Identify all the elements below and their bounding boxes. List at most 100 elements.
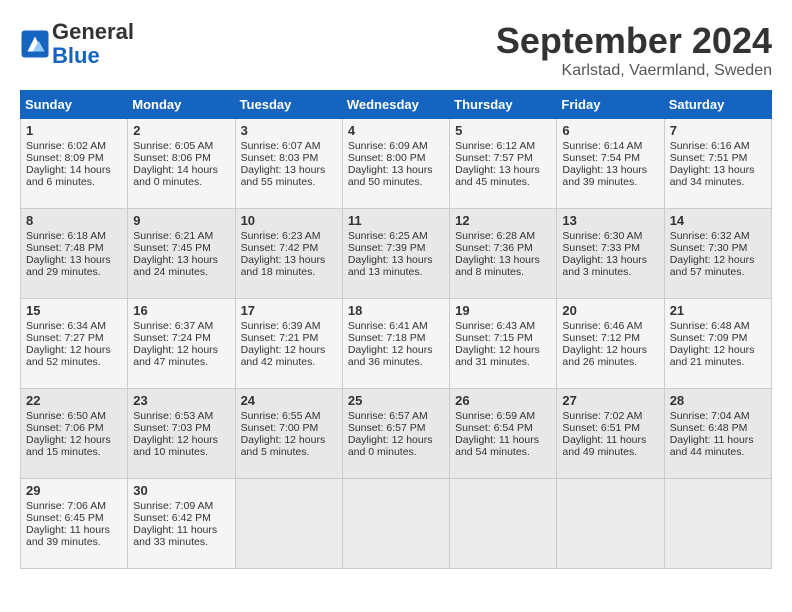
day-number: 13 [562, 213, 658, 228]
day-info: Daylight: 14 hours and 0 minutes. [133, 164, 229, 188]
calendar-cell: 7Sunrise: 6:16 AMSunset: 7:51 PMDaylight… [664, 119, 771, 209]
day-info: Sunrise: 6:32 AM [670, 230, 766, 242]
day-info: Sunrise: 6:57 AM [348, 410, 444, 422]
calendar-cell: 18 Sunrise: 6:41 AMSunset: 7:18 PMDayligh… [342, 299, 449, 389]
day-number: 22 [26, 393, 122, 408]
day-number: 4 [348, 123, 444, 138]
day-number: 11 [348, 213, 444, 228]
day-info: Daylight: 13 hours and 18 minutes. [241, 254, 337, 278]
day-number: 12 [455, 213, 551, 228]
calendar-cell [557, 479, 664, 569]
calendar-cell [235, 479, 342, 569]
day-header-wednesday: Wednesday [342, 91, 449, 119]
day-info: Sunrise: 6:41 AM [348, 320, 444, 332]
calendar-cell [450, 479, 557, 569]
day-number: 30 [133, 483, 229, 498]
day-number: 17 [241, 303, 337, 318]
day-header-monday: Monday [128, 91, 235, 119]
day-info: Daylight: 12 hours and 0 minutes. [348, 434, 444, 458]
day-info: Sunset: 8:06 PM [133, 152, 229, 164]
day-number: 15 [26, 303, 122, 318]
day-number: 8 [26, 213, 122, 228]
day-info: Daylight: 11 hours and 49 minutes. [562, 434, 658, 458]
day-info: Sunset: 7:18 PM [348, 332, 444, 344]
day-info: Daylight: 12 hours and 42 minutes. [241, 344, 337, 368]
day-info: Sunrise: 6:30 AM [562, 230, 658, 242]
day-number: 21 [670, 303, 766, 318]
calendar-cell [664, 479, 771, 569]
day-info: Daylight: 12 hours and 10 minutes. [133, 434, 229, 458]
day-number: 14 [670, 213, 766, 228]
day-number: 5 [455, 123, 551, 138]
day-number: 18 [348, 303, 444, 318]
day-header-saturday: Saturday [664, 91, 771, 119]
calendar-cell: 23Sunrise: 6:53 AMSunset: 7:03 PMDayligh… [128, 389, 235, 479]
day-info: Sunset: 8:03 PM [241, 152, 337, 164]
calendar-cell [342, 479, 449, 569]
calendar-cell: 21Sunrise: 6:48 AMSunset: 7:09 PMDayligh… [664, 299, 771, 389]
month-title: September 2024 [496, 20, 772, 62]
calendar-cell: 6Sunrise: 6:14 AMSunset: 7:54 PMDaylight… [557, 119, 664, 209]
day-info: Daylight: 13 hours and 3 minutes. [562, 254, 658, 278]
day-info: Sunset: 7:42 PM [241, 242, 337, 254]
day-info: Sunrise: 6:28 AM [455, 230, 551, 242]
day-info: Daylight: 12 hours and 15 minutes. [26, 434, 122, 458]
day-info: Sunrise: 6:46 AM [562, 320, 658, 332]
calendar-cell: 27Sunrise: 7:02 AMSunset: 6:51 PMDayligh… [557, 389, 664, 479]
day-info: Sunset: 7:09 PM [670, 332, 766, 344]
day-info: Sunrise: 6:14 AM [562, 140, 658, 152]
day-number: 20 [562, 303, 658, 318]
day-number: 16 [133, 303, 229, 318]
calendar-cell: 20Sunrise: 6:46 AMSunset: 7:12 PMDayligh… [557, 299, 664, 389]
day-info: Sunrise: 6:34 AM [26, 320, 122, 332]
day-header-thursday: Thursday [450, 91, 557, 119]
calendar-cell: 5Sunrise: 6:12 AMSunset: 7:57 PMDaylight… [450, 119, 557, 209]
day-info: Daylight: 12 hours and 26 minutes. [562, 344, 658, 368]
day-info: Sunrise: 6:12 AM [455, 140, 551, 152]
day-info: Sunrise: 7:06 AM [26, 500, 122, 512]
calendar-cell: 26Sunrise: 6:59 AMSunset: 6:54 PMDayligh… [450, 389, 557, 479]
day-info: Sunset: 7:48 PM [26, 242, 122, 254]
day-info: Sunrise: 6:21 AM [133, 230, 229, 242]
day-info: Daylight: 13 hours and 8 minutes. [455, 254, 551, 278]
day-info: Daylight: 13 hours and 13 minutes. [348, 254, 444, 278]
day-info: Daylight: 13 hours and 55 minutes. [241, 164, 337, 188]
location: Karlstad, Vaermland, Sweden [496, 62, 772, 80]
day-number: 24 [241, 393, 337, 408]
day-info: Sunset: 7:33 PM [562, 242, 658, 254]
day-info: Sunset: 8:09 PM [26, 152, 122, 164]
day-info: Sunrise: 6:48 AM [670, 320, 766, 332]
day-number: 25 [348, 393, 444, 408]
calendar-cell: 13 Sunrise: 6:30 AMSunset: 7:33 PMDayligh… [557, 209, 664, 299]
day-info: Sunset: 7:03 PM [133, 422, 229, 434]
day-info: Daylight: 12 hours and 5 minutes. [241, 434, 337, 458]
day-info: Sunrise: 6:43 AM [455, 320, 551, 332]
day-info: Sunrise: 6:07 AM [241, 140, 337, 152]
day-info: Sunset: 7:30 PM [670, 242, 766, 254]
day-info: Sunrise: 6:02 AM [26, 140, 122, 152]
calendar-cell: 14 Sunrise: 6:32 AMSunset: 7:30 PMDayligh… [664, 209, 771, 299]
day-info: Sunrise: 6:50 AM [26, 410, 122, 422]
day-info: Sunset: 7:27 PM [26, 332, 122, 344]
calendar-cell: 4Sunrise: 6:09 AMSunset: 8:00 PMDaylight… [342, 119, 449, 209]
calendar-cell: 15Sunrise: 6:34 AMSunset: 7:27 PMDayligh… [21, 299, 128, 389]
calendar-cell: 17Sunrise: 6:39 AMSunset: 7:21 PMDayligh… [235, 299, 342, 389]
logo-text: General Blue [52, 20, 134, 68]
day-info: Daylight: 13 hours and 24 minutes. [133, 254, 229, 278]
day-info: Daylight: 12 hours and 36 minutes. [348, 344, 444, 368]
day-header-sunday: Sunday [21, 91, 128, 119]
day-info: Daylight: 13 hours and 34 minutes. [670, 164, 766, 188]
day-info: Daylight: 11 hours and 54 minutes. [455, 434, 551, 458]
day-number: 3 [241, 123, 337, 138]
day-number: 9 [133, 213, 229, 228]
calendar-cell: 3 Sunrise: 6:07 AMSunset: 8:03 PMDaylight… [235, 119, 342, 209]
day-info: Sunrise: 7:02 AM [562, 410, 658, 422]
calendar-cell: 12Sunrise: 6:28 AMSunset: 7:36 PMDayligh… [450, 209, 557, 299]
day-info: Daylight: 12 hours and 57 minutes. [670, 254, 766, 278]
day-info: Sunset: 6:45 PM [26, 512, 122, 524]
day-number: 7 [670, 123, 766, 138]
calendar-cell: 24Sunrise: 6:55 AMSunset: 7:00 PMDayligh… [235, 389, 342, 479]
day-number: 27 [562, 393, 658, 408]
day-info: Daylight: 13 hours and 39 minutes. [562, 164, 658, 188]
day-number: 10 [241, 213, 337, 228]
